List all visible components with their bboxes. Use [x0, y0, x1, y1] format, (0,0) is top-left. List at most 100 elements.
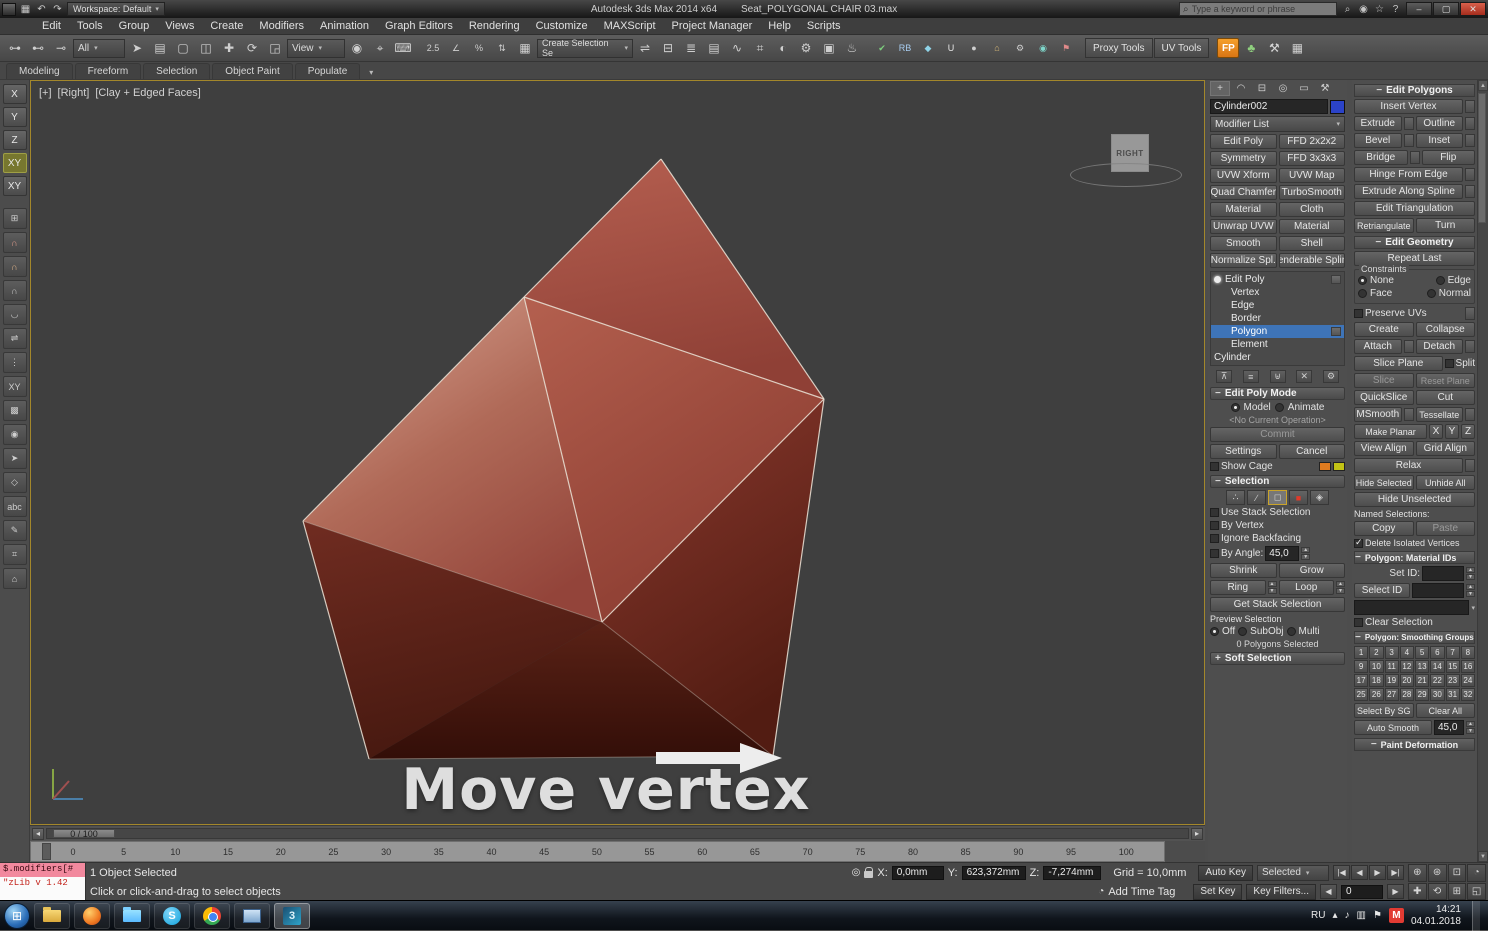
- preserve-uvs-checkbox[interactable]: [1354, 309, 1363, 318]
- menu-item[interactable]: Project Manager: [664, 19, 761, 33]
- menu-item[interactable]: Views: [157, 19, 202, 33]
- set-id-field[interactable]: [1422, 566, 1464, 581]
- sphere-plugin-icon[interactable]: ●: [963, 37, 985, 59]
- help-icon[interactable]: ?: [1388, 2, 1403, 16]
- use-pivot-center-icon[interactable]: ◉: [346, 37, 368, 59]
- by-angle-spinner[interactable]: ▲ ▼: [1301, 547, 1311, 560]
- magnet-25-icon[interactable]: ∩: [2, 256, 27, 277]
- modifier-set-button[interactable]: Smooth: [1210, 236, 1277, 251]
- rollout-edit-polygons[interactable]: Edit Polygons: [1354, 84, 1475, 97]
- hinge-settings-box[interactable]: [1465, 168, 1475, 181]
- orbit-icon[interactable]: ⟲: [1427, 882, 1447, 900]
- rollout-edit-poly-mode[interactable]: Edit Poly Mode: [1210, 387, 1345, 400]
- constraint-normal-radio[interactable]: [1426, 289, 1436, 298]
- modifier-set-button[interactable]: Material: [1210, 202, 1277, 217]
- viewcube-ring[interactable]: [1070, 163, 1182, 187]
- rendered-frame-icon[interactable]: ▣: [818, 37, 840, 59]
- relax-settings-box[interactable]: [1465, 459, 1475, 472]
- hinge-from-edge-button[interactable]: Hinge From Edge: [1354, 167, 1463, 182]
- modifier-set-button[interactable]: Cloth: [1278, 202, 1345, 217]
- material-editor-icon[interactable]: ◐: [772, 37, 794, 59]
- grid-align-button[interactable]: Grid Align: [1415, 441, 1475, 456]
- show-cage-checkbox[interactable]: [1210, 462, 1219, 471]
- clear-selection-checkbox[interactable]: [1354, 618, 1363, 627]
- border-mode-icon[interactable]: ◻: [1268, 490, 1287, 505]
- relax-button[interactable]: Relax: [1354, 458, 1463, 473]
- zoom-icon[interactable]: ⊕: [1408, 864, 1427, 882]
- menu-item[interactable]: Create: [202, 19, 251, 33]
- array-small-icon[interactable]: ⋮: [2, 352, 27, 373]
- stack-item-border[interactable]: Border: [1211, 312, 1344, 325]
- zoom-extents-icon[interactable]: ⊡: [1447, 864, 1467, 882]
- viewport[interactable]: [+] [Right] [Clay + Edged Faces] RIGHT M…: [30, 80, 1205, 825]
- select-id-field[interactable]: [1412, 583, 1464, 598]
- relink-plugin-icon[interactable]: ⌂: [986, 37, 1008, 59]
- turn-button[interactable]: Turn: [1415, 218, 1475, 233]
- time-tag-icon[interactable]: ◔: [1098, 886, 1104, 897]
- snap-toggle-icon[interactable]: 2.5: [422, 37, 444, 59]
- help-search-box[interactable]: ⌕: [1179, 2, 1337, 16]
- axis-constraint-button[interactable]: XY: [2, 153, 27, 173]
- current-frame-field[interactable]: 0: [1341, 884, 1383, 899]
- previous-frame-icon[interactable]: ◀: [1320, 884, 1337, 899]
- faces-small-icon[interactable]: ◇: [2, 472, 27, 493]
- constraint-edge-radio[interactable]: [1435, 276, 1445, 285]
- stack-row-icon[interactable]: [1331, 327, 1341, 336]
- detach-settings-box[interactable]: [1465, 340, 1475, 353]
- preview-subobj-radio[interactable]: [1238, 627, 1248, 636]
- smoothing-group-button[interactable]: 11: [1384, 660, 1399, 673]
- modifier-set-button[interactable]: UVW Map: [1278, 168, 1345, 183]
- smoothing-group-button[interactable]: 10: [1369, 660, 1384, 673]
- cancel-button[interactable]: Cancel: [1278, 444, 1345, 459]
- smoothing-group-button[interactable]: 26: [1369, 688, 1384, 701]
- app-logo-icon[interactable]: [2, 2, 16, 16]
- rollout-material-ids[interactable]: Polygon: Material IDs: [1354, 551, 1475, 564]
- polygon-mode-icon[interactable]: ■: [1289, 490, 1308, 505]
- zoom-all-icon[interactable]: ⊛: [1427, 864, 1447, 882]
- modifier-set-button[interactable]: FFD 2x2x2: [1278, 134, 1345, 149]
- app-menu-icon[interactable]: ▦: [18, 2, 33, 16]
- object-name-field[interactable]: Cylinder002: [1210, 99, 1328, 114]
- modifier-set-button[interactable]: Symmetry: [1210, 151, 1277, 166]
- by-angle-field[interactable]: 45,0: [1265, 546, 1300, 561]
- fp-plugin-icon[interactable]: FP: [1217, 38, 1240, 58]
- smoothing-group-button[interactable]: 17: [1354, 674, 1369, 687]
- menu-item[interactable]: Scripts: [799, 19, 849, 33]
- undo-quick-icon[interactable]: ↶: [34, 2, 49, 16]
- show-end-result-icon[interactable]: ≡: [1242, 370, 1259, 383]
- cursor-small-icon[interactable]: ➤: [2, 448, 27, 469]
- z-coordinate-field[interactable]: -7,274mm: [1043, 865, 1102, 880]
- menu-item[interactable]: Customize: [528, 19, 596, 33]
- smoothing-group-button[interactable]: 32: [1460, 688, 1475, 701]
- modifier-set-button[interactable]: UVW Xform: [1210, 168, 1277, 183]
- stack-item-element[interactable]: Element: [1211, 338, 1344, 351]
- reset-plane-button[interactable]: Reset Plane: [1415, 373, 1475, 388]
- constraint-face-radio[interactable]: [1358, 289, 1367, 298]
- rollout-selection[interactable]: Selection: [1210, 475, 1345, 488]
- mirror-small-icon[interactable]: ⇌: [2, 328, 27, 349]
- smoothing-group-button[interactable]: 23: [1445, 674, 1460, 687]
- smoothing-group-button[interactable]: 16: [1460, 660, 1475, 673]
- track-bar[interactable]: 0 5 10 15 20 25 30 35 40 45 50 55 60 65 70 75 80 85 90 95 10…: [30, 841, 1165, 862]
- named-selection-sets-dropdown[interactable]: Create Selection Se ▾: [537, 38, 633, 58]
- display-tab-icon[interactable]: ▭: [1294, 81, 1314, 96]
- layer-manager-icon[interactable]: ≣: [680, 37, 702, 59]
- smoothing-group-button[interactable]: 14: [1430, 660, 1445, 673]
- keyboard-override-icon[interactable]: ⌨: [392, 37, 414, 59]
- menu-item[interactable]: Modifiers: [251, 19, 312, 33]
- vray-check-icon[interactable]: ✔: [871, 37, 893, 59]
- tessellate-button[interactable]: Tessellate: [1415, 407, 1463, 422]
- by-angle-checkbox[interactable]: [1210, 549, 1219, 558]
- attach-button[interactable]: Attach: [1354, 339, 1402, 354]
- unhide-all-button[interactable]: Unhide All: [1415, 475, 1475, 490]
- flip-button[interactable]: Flip: [1421, 150, 1475, 165]
- smoothing-group-button[interactable]: 1: [1354, 646, 1369, 659]
- reference-coordinate-dropdown[interactable]: View ▾: [287, 38, 345, 58]
- smoothing-group-button[interactable]: 18: [1369, 674, 1384, 687]
- modifier-set-button[interactable]: Renderable Spline: [1278, 253, 1345, 268]
- menu-item[interactable]: Group: [111, 19, 158, 33]
- scroll-down-icon[interactable]: ▼: [1478, 851, 1488, 862]
- smoothing-group-button[interactable]: 22: [1430, 674, 1445, 687]
- create-tab-icon[interactable]: +: [1210, 81, 1230, 96]
- modifier-set-button[interactable]: Quad Chamfer: [1210, 185, 1277, 200]
